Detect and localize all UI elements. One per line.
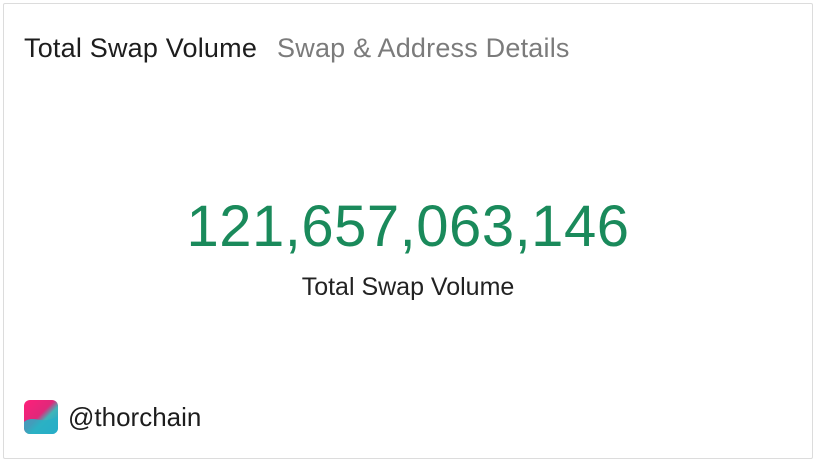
tab-swap-address-details[interactable]: Swap & Address Details xyxy=(277,30,570,66)
creator-footer[interactable]: @thorchain xyxy=(24,400,201,434)
metric-value: 121,657,063,146 xyxy=(186,194,630,259)
metric-block: 121,657,063,146 Total Swap Volume xyxy=(4,192,812,302)
thorchain-logo-icon xyxy=(24,400,58,434)
tab-total-swap-volume[interactable]: Total Swap Volume xyxy=(24,30,257,66)
stat-card: Total Swap Volume Swap & Address Details… xyxy=(3,3,813,459)
tab-bar: Total Swap Volume Swap & Address Details xyxy=(24,30,570,66)
metric-label: Total Swap Volume xyxy=(301,273,515,301)
creator-handle[interactable]: @thorchain xyxy=(68,400,201,434)
